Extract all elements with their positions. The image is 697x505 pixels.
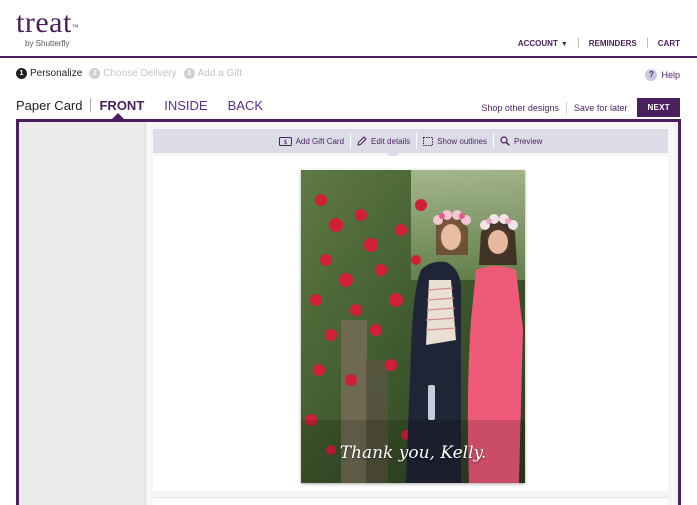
- help-label: Help: [661, 70, 680, 80]
- editor-toolbar: $ Add Gift Card Edit details Show outlin…: [153, 129, 668, 153]
- editor-panel: $ Add Gift Card Edit details Show outlin…: [146, 122, 678, 505]
- divider: [577, 38, 579, 48]
- canvas-footer: [153, 497, 668, 505]
- show-outlines-label: Show outlines: [437, 136, 487, 146]
- card-face-tabs: Paper Card FRONT INSIDE BACK: [16, 96, 283, 114]
- shop-other-designs-link[interactable]: Shop other designs: [481, 103, 559, 113]
- logo[interactable]: treat™ by Shutterfly: [16, 6, 80, 49]
- step-number: 2: [89, 68, 101, 79]
- step-number: 3: [183, 68, 195, 79]
- reminders-link[interactable]: REMINDERS: [589, 39, 637, 48]
- gift-card-icon: $: [278, 136, 292, 146]
- step-label: Choose Delivery: [103, 68, 177, 79]
- card-message[interactable]: Thank you, Kelly.: [301, 443, 525, 463]
- editor-frame: $ Add Gift Card Edit details Show outlin…: [16, 119, 681, 505]
- edit-details-label: Edit details: [371, 136, 411, 146]
- tab-inside[interactable]: INSIDE: [164, 98, 207, 113]
- card-type-label: Paper Card: [16, 97, 83, 113]
- save-for-later-link[interactable]: Save for later: [574, 103, 628, 113]
- step-label: Add a Gift: [197, 68, 243, 79]
- step-label: Personalize: [30, 68, 83, 79]
- question-icon: ?: [645, 69, 658, 81]
- svg-text:$: $: [283, 138, 287, 146]
- logo-wordmark: treat™: [16, 6, 80, 39]
- site-header: treat™ by Shutterfly ACCOUNT ▼ REMINDERS …: [0, 0, 697, 58]
- outline-box-icon: [423, 136, 434, 146]
- cart-link[interactable]: CART: [658, 39, 680, 48]
- preview-label: Preview: [513, 136, 543, 146]
- divider: [646, 38, 648, 48]
- divider: [90, 98, 92, 112]
- step-personalize[interactable]: 1 Personalize: [16, 68, 82, 79]
- top-nav: ACCOUNT ▼ REMINDERS CART: [518, 38, 680, 48]
- pencil-icon: [357, 136, 367, 146]
- step-progress: 1 Personalize 2 Choose Delivery 3 Add a …: [16, 68, 249, 79]
- card-actions: Shop other designs Save for later NEXT: [481, 98, 680, 117]
- divider: [565, 101, 567, 114]
- card-canvas: Thank you, Kelly.: [153, 156, 668, 491]
- help-link[interactable]: ? Help: [645, 69, 680, 81]
- edit-details-button[interactable]: Edit details: [350, 133, 416, 149]
- card-front[interactable]: Thank you, Kelly.: [301, 170, 525, 483]
- step-add-gift: 3 Add a Gift: [183, 68, 243, 79]
- caret-down-icon: ▼: [560, 40, 568, 48]
- card-photo: [301, 170, 525, 483]
- next-button[interactable]: NEXT: [637, 98, 680, 117]
- account-link[interactable]: ACCOUNT ▼: [518, 39, 568, 48]
- logo-tagline: by Shutterfly: [25, 39, 70, 48]
- tab-back[interactable]: BACK: [228, 98, 263, 113]
- add-gift-card-button[interactable]: $ Add Gift Card: [273, 133, 350, 149]
- step-choose-delivery: 2 Choose Delivery: [89, 68, 177, 79]
- tab-front[interactable]: FRONT: [99, 98, 144, 113]
- show-outlines-button[interactable]: Show outlines: [416, 133, 493, 149]
- magnifier-icon: [500, 136, 510, 146]
- step-number: 1: [16, 68, 27, 79]
- preview-button[interactable]: Preview: [492, 133, 548, 149]
- add-gift-card-label: Add Gift Card: [295, 136, 345, 146]
- thumbnail-panel: [19, 122, 146, 505]
